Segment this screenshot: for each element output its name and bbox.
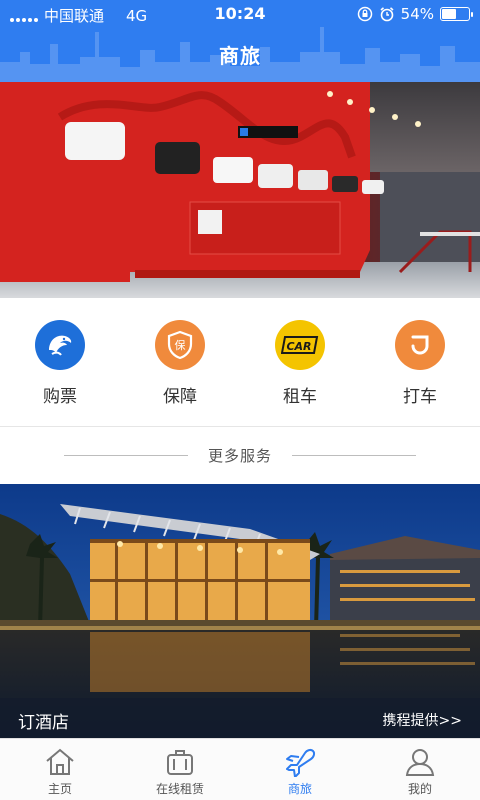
hotel-title: 订酒店 xyxy=(18,713,69,733)
service-label: 租车 xyxy=(283,387,317,407)
svg-text:保: 保 xyxy=(175,338,186,352)
taxi-icon xyxy=(395,320,445,370)
promo-banner[interactable] xyxy=(0,82,480,298)
tab-mine[interactable]: 我的 xyxy=(360,739,480,800)
page-title: 商旅 xyxy=(219,44,261,68)
tab-label: 我的 xyxy=(407,782,432,796)
service-label: 购票 xyxy=(43,387,77,407)
bottom-tab-bar: 主页 在线租赁 商旅 我的 xyxy=(0,738,480,800)
hotel-card[interactable]: 订酒店 携程提供>> xyxy=(0,484,480,738)
svg-text:CAR: CAR xyxy=(286,340,311,353)
service-label: 保障 xyxy=(163,387,197,407)
shield-icon: 保 xyxy=(155,320,205,370)
service-label: 打车 xyxy=(403,387,437,407)
tab-home[interactable]: 主页 xyxy=(0,739,120,800)
home-icon xyxy=(46,748,74,775)
service-car-rental[interactable]: CAR 租车 xyxy=(240,298,360,426)
hotel-caption: 订酒店 携程提供>> xyxy=(0,698,480,738)
tab-business-travel[interactable]: 商旅 xyxy=(240,739,360,800)
battery-icon xyxy=(440,7,473,21)
service-ticket[interactable]: 购票 xyxy=(0,298,120,426)
section-divider xyxy=(0,426,480,427)
tab-online-rental[interactable]: 在线租赁 xyxy=(120,739,240,800)
tab-label: 在线租赁 xyxy=(155,782,204,796)
status-right: 54% xyxy=(357,5,473,23)
lock-rotation-icon xyxy=(357,6,372,22)
top-header: 中国联通 4G 10:24 54% 商旅 xyxy=(0,0,480,82)
service-insurance[interactable]: 保 保障 xyxy=(120,298,240,426)
airplane-icon xyxy=(286,748,316,777)
more-services: 更多服务 xyxy=(0,440,480,470)
car-icon: CAR xyxy=(275,320,325,370)
service-taxi[interactable]: 打车 xyxy=(360,298,480,426)
services-grid: 购票 保 保障 CAR 租车 打车 xyxy=(0,298,480,426)
user-icon xyxy=(405,749,435,776)
tab-label: 主页 xyxy=(47,782,72,796)
provider-link[interactable]: 携程提供>> xyxy=(383,710,462,730)
alarm-icon xyxy=(380,7,394,22)
more-services-label: 更多服务 xyxy=(207,446,272,465)
status-bar: 中国联通 4G 10:24 54% xyxy=(0,0,480,28)
banner-photo xyxy=(0,82,480,298)
battery-percent: 54% xyxy=(400,5,434,23)
dolphin-icon xyxy=(35,320,85,370)
tab-label: 商旅 xyxy=(287,782,312,796)
suitcase-icon xyxy=(167,750,193,775)
